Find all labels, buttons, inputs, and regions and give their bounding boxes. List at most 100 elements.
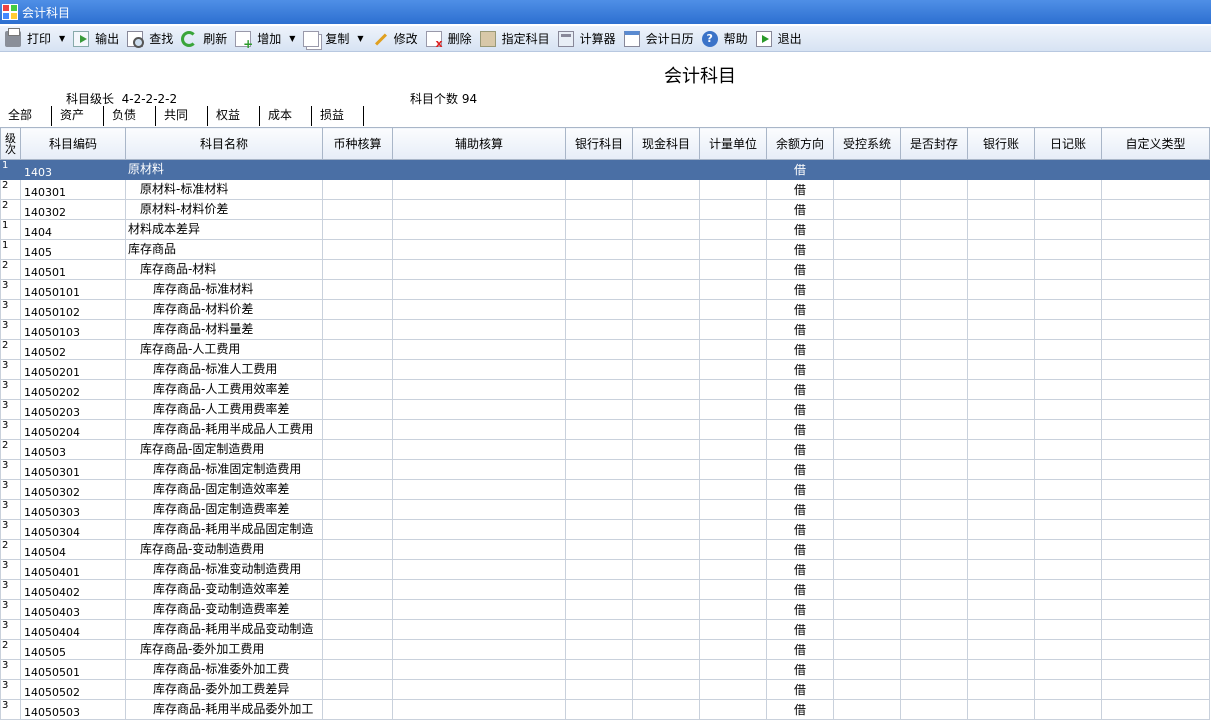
empty-cell: [833, 459, 901, 480]
empty-cell: [900, 479, 968, 500]
tab-4[interactable]: 权益: [208, 106, 260, 126]
table-row[interactable]: 3 14050503 库存商品-耗用半成品委外加工 借: [0, 699, 1210, 720]
empty-cell: [1034, 259, 1102, 280]
empty-cell: [632, 459, 700, 480]
table-row[interactable]: 3 14050201 库存商品-标准人工费用 借: [0, 359, 1210, 380]
empty-cell: [392, 419, 566, 440]
table-row[interactable]: 3 14050402 库存商品-变动制造效率差 借: [0, 579, 1210, 600]
empty-cell: [900, 339, 968, 360]
empty-cell: [1034, 279, 1102, 300]
column-header[interactable]: 日记账: [1034, 127, 1102, 160]
tab-0[interactable]: 全部: [0, 106, 52, 126]
empty-cell: [632, 679, 700, 700]
table-row[interactable]: 3 14050303 库存商品-固定制造费率差 借: [0, 499, 1210, 520]
print-button[interactable]: 打印 ▼: [2, 27, 68, 50]
table-row[interactable]: 2 140505 库存商品-委外加工费用 借: [0, 639, 1210, 660]
table-row[interactable]: 3 14050404 库存商品-耗用半成品变动制造 借: [0, 619, 1210, 640]
calculator-icon: [557, 30, 574, 47]
column-header[interactable]: 科目名称: [125, 127, 323, 160]
table-row[interactable]: 3 14050403 库存商品-变动制造费率差 借: [0, 599, 1210, 620]
tab-3[interactable]: 共同: [156, 106, 208, 126]
code-cell: 14050204: [20, 419, 126, 440]
column-header[interactable]: 自定义类型: [1101, 127, 1210, 160]
empty-cell: [1101, 399, 1210, 420]
export-button[interactable]: 输出: [70, 28, 122, 50]
empty-cell: [392, 499, 566, 520]
empty-cell: [967, 699, 1035, 720]
calendar-button[interactable]: 会计日历: [621, 28, 697, 50]
exit-button[interactable]: 退出: [753, 28, 805, 50]
balance-direction-cell: 借: [766, 479, 834, 500]
help-button[interactable]: ? 帮助: [699, 28, 751, 50]
edit-button[interactable]: 修改: [369, 28, 421, 50]
copy-button[interactable]: 复制 ▼: [300, 28, 366, 50]
column-header[interactable]: 银行科目: [565, 127, 633, 160]
level-cell: 3: [0, 559, 21, 580]
code-cell: 1403: [20, 159, 126, 180]
table-row[interactable]: 3 14050204 库存商品-耗用半成品人工费用 借: [0, 419, 1210, 440]
empty-cell: [322, 279, 393, 300]
empty-cell: [699, 339, 767, 360]
empty-cell: [967, 219, 1035, 240]
refresh-button[interactable]: 刷新: [178, 28, 230, 50]
assign-account-button[interactable]: 指定科目: [477, 28, 553, 50]
table-row[interactable]: 3 14050302 库存商品-固定制造效率差 借: [0, 479, 1210, 500]
table-row[interactable]: 2 140301 原材料-标准材料 借: [0, 179, 1210, 200]
calculator-button[interactable]: 计算器: [555, 28, 619, 50]
find-button[interactable]: 查找: [124, 28, 176, 50]
table-row[interactable]: 3 14050102 库存商品-材料价差 借: [0, 299, 1210, 320]
column-header[interactable]: 余额方向: [766, 127, 834, 160]
table-row[interactable]: 3 14050401 库存商品-标准变动制造费用 借: [0, 559, 1210, 580]
table-row[interactable]: 3 14050304 库存商品-耗用半成品固定制造 借: [0, 519, 1210, 540]
empty-cell: [632, 419, 700, 440]
table-row[interactable]: 2 140504 库存商品-变动制造费用 借: [0, 539, 1210, 560]
tab-5[interactable]: 成本: [260, 106, 312, 126]
table-row[interactable]: 1 1405 库存商品 借: [0, 239, 1210, 260]
table-row[interactable]: 2 140503 库存商品-固定制造费用 借: [0, 439, 1210, 460]
name-cell: 库存商品-变动制造费用: [125, 539, 323, 560]
empty-cell: [900, 459, 968, 480]
table-row[interactable]: 3 14050502 库存商品-委外加工费差异 借: [0, 679, 1210, 700]
empty-cell: [1034, 159, 1102, 180]
table-row[interactable]: 1 1403 原材料 借: [0, 159, 1210, 180]
chevron-down-icon[interactable]: ▼: [59, 34, 65, 43]
chevron-down-icon[interactable]: ▼: [357, 34, 363, 43]
add-button[interactable]: 增加▼: [232, 28, 298, 51]
column-header[interactable]: 现金科目: [632, 127, 700, 160]
column-header[interactable]: 计量单位: [699, 127, 767, 160]
column-header[interactable]: 辅助核算: [392, 127, 566, 160]
table-row[interactable]: 3 14050203 库存商品-人工费用费率差 借: [0, 399, 1210, 420]
code-cell: 14050101: [20, 279, 126, 300]
table-row[interactable]: 1 1404 材料成本差异 借: [0, 219, 1210, 240]
table-row[interactable]: 3 14050101 库存商品-标准材料 借: [0, 279, 1210, 300]
empty-cell: [632, 619, 700, 640]
column-header[interactable]: 科目编码: [20, 127, 126, 160]
column-header[interactable]: 币种核算: [322, 127, 393, 160]
tab-2[interactable]: 负债: [104, 106, 156, 126]
column-header[interactable]: 受控系统: [833, 127, 901, 160]
column-header[interactable]: 是否封存: [900, 127, 968, 160]
tab-1[interactable]: 资产: [52, 106, 104, 126]
delete-button[interactable]: 删除: [423, 28, 475, 50]
level-cell: 3: [0, 299, 21, 320]
name-cell: 库存商品-材料价差: [125, 299, 323, 320]
table-row[interactable]: 3 14050103 库存商品-材料量差 借: [0, 319, 1210, 340]
table-row[interactable]: 2 140302 原材料-材料价差 借: [0, 199, 1210, 220]
table-row[interactable]: 3 14050501 库存商品-标准委外加工费 借: [0, 659, 1210, 680]
empty-cell: [322, 519, 393, 540]
empty-cell: [565, 359, 633, 380]
column-header[interactable]: 银行账: [967, 127, 1035, 160]
column-header[interactable]: 级次: [0, 127, 21, 160]
chevron-down-icon[interactable]: ▼: [289, 34, 295, 43]
code-cell: 14050304: [20, 519, 126, 540]
table-row[interactable]: 3 14050301 库存商品-标准固定制造费用 借: [0, 459, 1210, 480]
table-row[interactable]: 2 140502 库存商品-人工费用 借: [0, 339, 1210, 360]
empty-cell: [967, 639, 1035, 660]
tab-6[interactable]: 损益: [312, 106, 364, 126]
table-row[interactable]: 2 140501 库存商品-材料 借: [0, 259, 1210, 280]
empty-cell: [900, 159, 968, 180]
empty-cell: [900, 619, 968, 640]
empty-cell: [699, 219, 767, 240]
table-row[interactable]: 3 14050202 库存商品-人工费用效率差 借: [0, 379, 1210, 400]
empty-cell: [632, 439, 700, 460]
